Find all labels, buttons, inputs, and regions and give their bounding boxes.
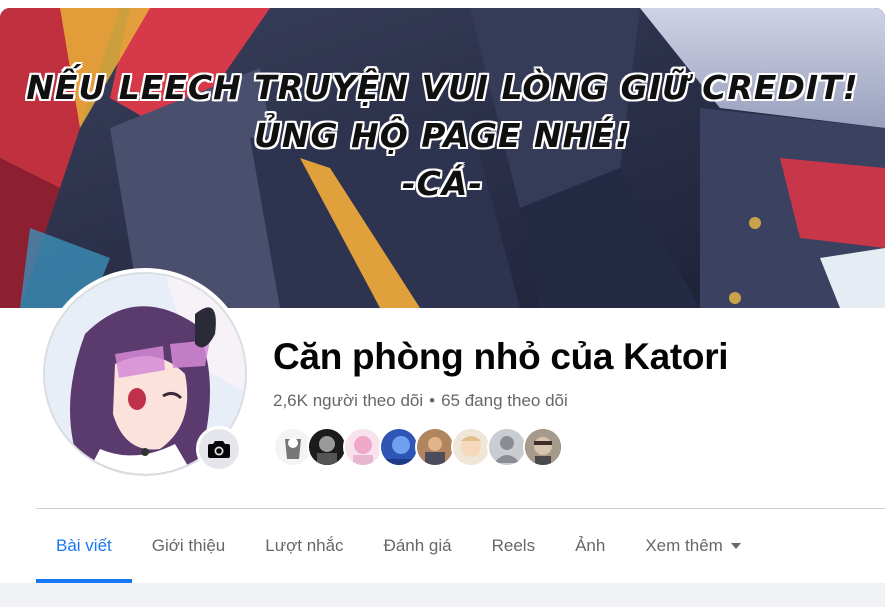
tab-label: Giới thiệu bbox=[151, 536, 226, 555]
follower-avatar[interactable] bbox=[523, 427, 563, 467]
cover-line-1: NẾU LEECH TRUYỆN VUI LÒNG GIỮ CREDIT! bbox=[26, 68, 859, 107]
caret-down-icon bbox=[730, 543, 741, 549]
tab-reels[interactable]: Reels bbox=[472, 509, 555, 583]
follower-avatar[interactable] bbox=[343, 427, 383, 467]
follower-avatar[interactable] bbox=[307, 427, 347, 467]
cover-line-3: -CÁ- bbox=[401, 164, 484, 203]
tab-label: Ảnh bbox=[575, 536, 606, 555]
tab-label: Xem thêm bbox=[645, 536, 723, 555]
cover-photo[interactable]: NẾU LEECH TRUYỆN VUI LÒNG GIỮ CREDIT! ỦN… bbox=[0, 8, 885, 308]
cover-line-2: ỦNG HỘ PAGE NHÉ! bbox=[254, 116, 631, 155]
tab-label: Bài viết bbox=[56, 536, 112, 555]
tab-label: Reels bbox=[491, 536, 536, 555]
profile-tabs: Bài viết Giới thiệu Lượt nhắc Đánh giá R… bbox=[36, 509, 761, 583]
follower-avatar[interactable] bbox=[415, 427, 455, 467]
page-title: Căn phòng nhỏ của Katori bbox=[273, 336, 729, 377]
tab-photos[interactable]: Ảnh bbox=[555, 509, 625, 583]
cover-caption: NẾU LEECH TRUYỆN VUI LÒNG GIỮ CREDIT! ỦN… bbox=[0, 64, 885, 208]
follower-avatar-stack bbox=[273, 427, 563, 467]
page-header-card: NẾU LEECH TRUYỆN VUI LÒNG GIỮ CREDIT! ỦN… bbox=[0, 0, 885, 583]
page-root: NẾU LEECH TRUYỆN VUI LÒNG GIỮ CREDIT! ỦN… bbox=[0, 0, 885, 607]
tab-label: Đánh giá bbox=[383, 536, 452, 555]
camera-icon bbox=[208, 441, 230, 458]
tab-posts[interactable]: Bài viết bbox=[36, 509, 132, 583]
tab-label: Lượt nhắc bbox=[265, 536, 344, 555]
tab-more[interactable]: Xem thêm bbox=[625, 509, 760, 583]
following-count-link[interactable]: 65 đang theo dõi bbox=[441, 391, 568, 410]
tab-about[interactable]: Giới thiệu bbox=[132, 509, 246, 583]
stats-separator: • bbox=[429, 391, 436, 410]
follower-avatar[interactable] bbox=[379, 427, 419, 467]
update-profile-picture-button[interactable] bbox=[196, 426, 242, 472]
follower-avatar[interactable] bbox=[487, 427, 527, 467]
followers-count-link[interactable]: 2,6K người theo dõi bbox=[273, 391, 423, 410]
follower-stats: 2,6K người theo dõi • 65 đang theo dõi bbox=[273, 391, 568, 411]
tab-mentions[interactable]: Lượt nhắc bbox=[245, 509, 363, 583]
follower-avatar[interactable] bbox=[451, 427, 491, 467]
tab-reviews[interactable]: Đánh giá bbox=[364, 509, 472, 583]
